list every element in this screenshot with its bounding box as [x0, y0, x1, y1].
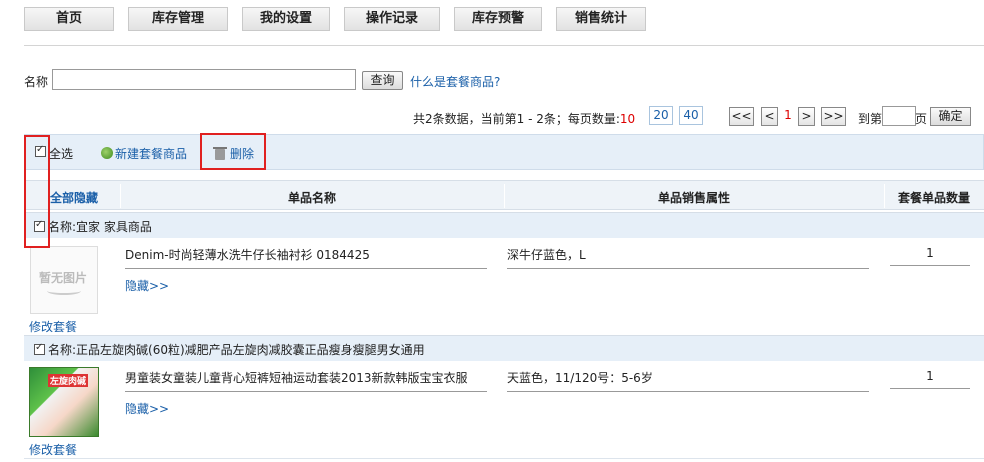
- current-page: 1: [784, 108, 792, 122]
- group-row: 名称:宜家 家具商品: [24, 212, 984, 238]
- product-attr: 深牛仔蓝色，L: [507, 246, 869, 269]
- combo-help-link[interactable]: 什么是套餐商品?: [410, 73, 500, 90]
- product-image: 左旋肉碱: [29, 367, 99, 437]
- page-size-10[interactable]: 10: [620, 112, 635, 126]
- new-combo-icon: [101, 147, 113, 159]
- search-input[interactable]: [52, 69, 356, 90]
- select-all-label: 全选: [49, 147, 74, 161]
- nav-operation-log[interactable]: 操作记录: [344, 7, 440, 31]
- no-image-placeholder: 暂无图片: [30, 246, 98, 314]
- nav-inventory[interactable]: 库存管理: [128, 7, 228, 31]
- edit-combo-link[interactable]: 修改套餐: [29, 441, 77, 458]
- nav-stock-alert[interactable]: 库存预警: [454, 7, 542, 31]
- product-name: Denim-时尚轻薄水洗牛仔长袖衬衫 0184425: [125, 246, 487, 269]
- goto-confirm-button[interactable]: 确定: [930, 107, 971, 126]
- action-toolbar: 全选 新建套餐商品 删除: [24, 134, 984, 170]
- prev-page-button[interactable]: <: [761, 107, 778, 126]
- goto-page-input[interactable]: [882, 106, 916, 126]
- group-title: 名称:宜家 家具商品: [48, 220, 152, 234]
- goto-label: 到第: [858, 112, 883, 126]
- nav-sales-stats[interactable]: 销售统计: [556, 7, 646, 31]
- new-combo-link[interactable]: 新建套餐商品: [115, 145, 187, 162]
- product-attr: 天蓝色，11/120号：5-6岁: [507, 369, 869, 392]
- nav-home[interactable]: 首页: [24, 7, 114, 31]
- next-page-button[interactable]: >: [798, 107, 815, 126]
- product-image-label: 左旋肉碱: [48, 374, 89, 387]
- query-button[interactable]: 查询: [362, 71, 403, 90]
- hide-link[interactable]: 隐藏>>: [125, 277, 169, 294]
- table-header: 全部隐藏 单品名称 单品销售属性 套餐单品数量: [24, 180, 984, 210]
- group-checkbox[interactable]: [34, 342, 45, 355]
- nav-divider: [24, 45, 984, 46]
- search-label: 名称: [24, 75, 49, 89]
- page-size-40[interactable]: 40: [679, 106, 703, 125]
- last-page-button[interactable]: >>: [821, 107, 846, 126]
- highlight-delete: [200, 133, 266, 170]
- hide-link[interactable]: 隐藏>>: [125, 400, 169, 417]
- first-page-button[interactable]: <<: [729, 107, 754, 126]
- hide-all-link[interactable]: 全部隐藏: [46, 189, 102, 206]
- product-qty: 1: [890, 369, 970, 389]
- page-info: 共2条数据，当前第1 - 2条；每页数量:10: [413, 110, 635, 127]
- highlight-checkbox-column: [24, 135, 50, 248]
- edit-combo-link[interactable]: 修改套餐: [29, 318, 77, 335]
- product-qty: 1: [890, 246, 970, 266]
- page-info-text: 共2条数据，当前第1 - 2条；每页数量:: [413, 112, 620, 126]
- header-combo-qty: 套餐单品数量: [897, 191, 970, 205]
- page-size-20[interactable]: 20: [649, 106, 673, 125]
- goto-suffix: 页: [915, 112, 928, 126]
- no-image-text: 暂无图片: [39, 271, 88, 285]
- top-nav: 首页 库存管理 我的设置 操作记录 库存预警 销售统计: [24, 7, 660, 31]
- group-title: 名称:正品左旋肉碱(60粒)减肥产品左旋肉减胶囊正品瘦身瘦腿男女通用: [48, 343, 425, 357]
- group-row: 名称:正品左旋肉碱(60粒)减肥产品左旋肉减胶囊正品瘦身瘦腿男女通用: [24, 335, 984, 361]
- nav-settings[interactable]: 我的设置: [242, 7, 330, 31]
- smile-arc-icon: [47, 287, 81, 295]
- product-name: 男童装女童装儿童背心短裤短袖运动套装2013新款韩版宝宝衣服: [125, 369, 487, 392]
- header-product-name: 单品名称: [287, 191, 336, 205]
- header-sale-attr: 单品销售属性: [657, 191, 730, 205]
- row-divider: [24, 458, 984, 459]
